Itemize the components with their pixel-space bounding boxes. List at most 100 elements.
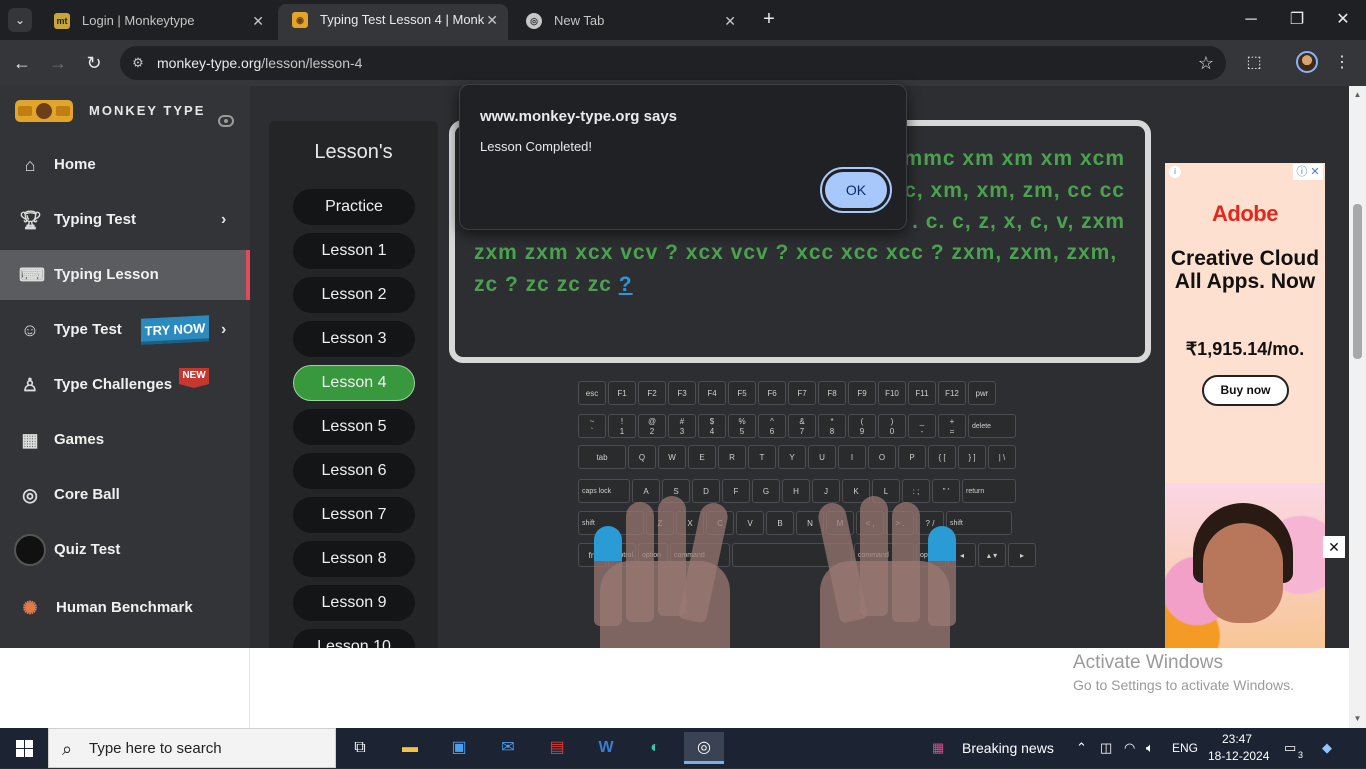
sidebar-item-human-benchmark[interactable]: ✺ Human Benchmark bbox=[0, 583, 250, 633]
activate-windows-subtitle: Go to Settings to activate Windows. bbox=[1073, 677, 1294, 693]
lesson-button-6[interactable]: Lesson 6 bbox=[293, 453, 415, 489]
tab-title: Login | Monkeytype bbox=[82, 13, 195, 28]
theme-toggle-icon[interactable] bbox=[218, 115, 234, 127]
sidebar-item-games[interactable]: ▦ Games bbox=[0, 415, 250, 465]
chrome-taskbar-icon[interactable]: ◎ bbox=[684, 732, 724, 764]
forward-button[interactable]: → bbox=[46, 51, 70, 75]
keyboard-key: { [ bbox=[928, 445, 956, 469]
adobe-advertisement[interactable]: i ⓘ ✕ Adobe Creative Cloud All Apps. Now… bbox=[1165, 163, 1325, 648]
sidebar-item-label: Type Challenges bbox=[54, 376, 173, 393]
maximize-button[interactable]: ❐ bbox=[1282, 8, 1312, 32]
lesson-button-1[interactable]: Lesson 1 bbox=[293, 233, 415, 269]
tab-new-tab[interactable]: ◎ New Tab ✕ bbox=[512, 6, 746, 36]
clock-time[interactable]: 23:47 bbox=[1222, 732, 1252, 746]
wifi-icon[interactable]: ◠ bbox=[1124, 739, 1135, 757]
keyboard-key: F8 bbox=[818, 381, 846, 405]
bookmark-star-icon[interactable]: ☆ bbox=[1198, 52, 1214, 74]
sidebar-item-typing-lesson[interactable]: ⌨ Typing Lesson bbox=[0, 250, 250, 300]
keyboard-key: F4 bbox=[698, 381, 726, 405]
text-line-5-content: zc ? zc zc zc bbox=[474, 273, 612, 296]
brand-name[interactable]: MONKEY TYPE bbox=[89, 103, 205, 118]
lesson-button-7[interactable]: Lesson 7 bbox=[293, 497, 415, 533]
clock-date[interactable]: 18-12-2024 bbox=[1208, 749, 1269, 763]
scrollbar-thumb[interactable] bbox=[1353, 204, 1362, 359]
keyboard-key: tab bbox=[578, 445, 626, 469]
sidebar-item-quiz-test[interactable]: Quiz Test bbox=[0, 525, 250, 575]
monkey-type-logo[interactable] bbox=[15, 100, 73, 122]
keyboard-row: tab Q W E R T Y U I O P{ [} ] | \ bbox=[578, 445, 1020, 471]
keyboard-key: ~ ` bbox=[578, 414, 606, 438]
ad-close-button[interactable]: ✕ bbox=[1323, 536, 1345, 558]
close-window-button[interactable]: ✕ bbox=[1328, 8, 1358, 32]
minimize-button[interactable]: ─ bbox=[1236, 8, 1266, 32]
sidebar-item-home[interactable]: ⌂ Home bbox=[0, 140, 250, 190]
scroll-down-arrow-icon[interactable]: ▼ bbox=[1349, 712, 1366, 726]
try-now-badge: TRY NOW bbox=[141, 315, 209, 345]
lesson-button-4[interactable]: Lesson 4 bbox=[293, 365, 415, 401]
sidebar-item-typing-test[interactable]: 🏆︎ Typing Test › bbox=[0, 195, 250, 245]
new-tab-button[interactable]: + bbox=[758, 8, 780, 32]
tab-search-button[interactable]: ⌄ bbox=[8, 8, 32, 32]
scroll-up-arrow-icon[interactable]: ▲ bbox=[1349, 88, 1366, 102]
tab-title: Typing Test Lesson 4 | Monkey-t bbox=[320, 12, 484, 27]
volume-icon[interactable]: 🔈︎ bbox=[1146, 739, 1154, 757]
keyboard-key: ( 9 bbox=[848, 414, 876, 438]
close-tab-icon[interactable]: ✕ bbox=[252, 6, 264, 36]
text-line-3: . c. c, z, x, c, v, zxm bbox=[912, 210, 1125, 233]
pdf-reader-icon[interactable]: ▤ bbox=[537, 732, 577, 764]
task-view-icon[interactable]: ⧉ bbox=[340, 732, 380, 764]
news-widget-label[interactable]: Breaking news bbox=[962, 740, 1054, 756]
sidebar-footer bbox=[0, 648, 250, 728]
keyboard-key: I bbox=[838, 445, 866, 469]
keyboard-key: R bbox=[718, 445, 746, 469]
taskbar-search-box[interactable]: ⌕ Type here to search bbox=[48, 728, 336, 768]
copilot-icon[interactable]: ◆ bbox=[1322, 739, 1332, 757]
news-widget-icon[interactable]: ▦ bbox=[932, 739, 944, 757]
ad-choices-icon[interactable]: i bbox=[1169, 166, 1181, 178]
tab-login-monkeytype[interactable]: mt Login | Monkeytype ✕ bbox=[40, 6, 274, 36]
edge-browser-icon[interactable]: ◐ bbox=[635, 732, 675, 764]
lesson-button-5[interactable]: Lesson 5 bbox=[293, 409, 415, 445]
sidebar-item-label: Core Ball bbox=[54, 486, 120, 503]
close-tab-icon[interactable]: ✕ bbox=[724, 6, 736, 36]
dialog-ok-button[interactable]: OK bbox=[820, 167, 892, 213]
show-hidden-icons-chevron-icon[interactable]: ⌃ bbox=[1076, 739, 1087, 757]
left-hand-image bbox=[590, 496, 740, 648]
sidebar-item-type-test[interactable]: ☺ Type Test TRY NOW › bbox=[0, 305, 250, 355]
lesson-button-3[interactable]: Lesson 3 bbox=[293, 321, 415, 357]
back-button[interactable]: ← bbox=[10, 51, 34, 75]
target-icon: ◎ bbox=[22, 485, 38, 505]
keyboard-key: | \ bbox=[988, 445, 1016, 469]
ad-info-close-icon[interactable]: ⓘ ✕ bbox=[1293, 164, 1323, 180]
ad-buy-now-button[interactable]: Buy now bbox=[1202, 375, 1289, 406]
lesson-button-10[interactable]: Lesson 10 bbox=[293, 629, 415, 648]
menu-kebab-icon[interactable]: ⋮ bbox=[1330, 51, 1354, 75]
profile-avatar[interactable] bbox=[1296, 51, 1318, 73]
reload-button[interactable]: ↻ bbox=[82, 51, 106, 75]
address-bar[interactable]: ⚙ monkey-type.org/lesson/lesson-4 ☆ bbox=[120, 46, 1226, 80]
lesson-button-2[interactable]: Lesson 2 bbox=[293, 277, 415, 313]
sidebar-item-type-challenges[interactable]: ♙ Type Challenges NEW bbox=[0, 360, 250, 410]
language-indicator[interactable]: ENG bbox=[1172, 741, 1198, 755]
lesson-button-9[interactable]: Lesson 9 bbox=[293, 585, 415, 621]
sidebar-item-core-ball[interactable]: ◎ Core Ball bbox=[0, 470, 250, 520]
extensions-icon[interactable]: ⬚ bbox=[1242, 51, 1266, 75]
monkeytype-favicon-icon: mt bbox=[54, 13, 70, 29]
url-domain: monkey-type.org bbox=[157, 55, 262, 71]
mail-icon[interactable]: ✉ bbox=[488, 732, 528, 764]
tab-typing-lesson[interactable]: ◉ Typing Test Lesson 4 | Monkey-t ✕ bbox=[278, 4, 508, 40]
tab-title: New Tab bbox=[554, 13, 605, 28]
text-line-1: mmc xm xm xm xcm bbox=[903, 147, 1125, 170]
windows-start-button[interactable] bbox=[0, 728, 48, 768]
notifications-icon[interactable]: ▭ bbox=[1284, 739, 1296, 757]
word-icon[interactable]: W bbox=[586, 732, 626, 764]
page-scrollbar[interactable]: ▲ ▼ bbox=[1349, 86, 1366, 728]
file-explorer-icon[interactable]: ▬ bbox=[390, 732, 430, 764]
site-info-icon[interactable]: ⚙ bbox=[130, 55, 146, 71]
keyboard-key: pwr bbox=[968, 381, 996, 405]
lesson-button-8[interactable]: Lesson 8 bbox=[293, 541, 415, 577]
lesson-button-practice[interactable]: Practice bbox=[293, 189, 415, 225]
meet-now-icon[interactable]: ◫ bbox=[1100, 739, 1112, 757]
close-tab-icon[interactable]: ✕ bbox=[486, 4, 498, 36]
microsoft-store-icon[interactable]: ▣ bbox=[439, 732, 479, 764]
